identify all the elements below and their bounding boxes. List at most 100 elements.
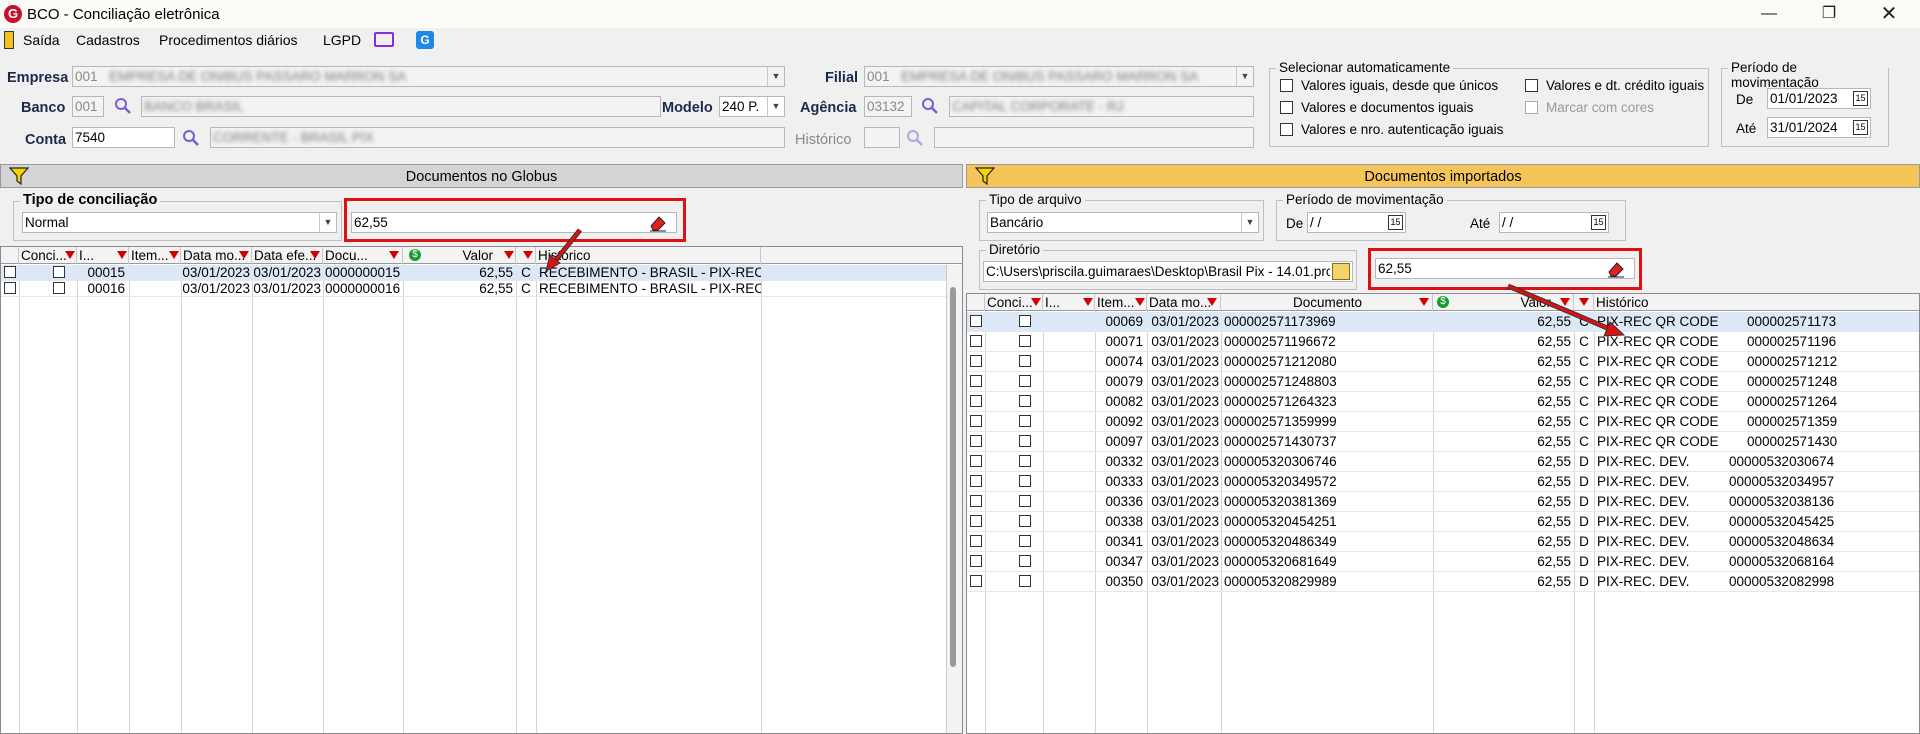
filter-triangle-icon[interactable] <box>239 251 249 259</box>
row-select-checkbox[interactable] <box>4 266 16 278</box>
chevron-down-icon[interactable]: ▼ <box>1236 67 1253 86</box>
chevron-down-icon[interactable]: ▼ <box>767 67 784 86</box>
table-row[interactable]: 00079 03/01/2023 000002571248803 62,55 C PIX-… <box>967 372 1919 392</box>
row-select-checkbox[interactable] <box>970 495 982 507</box>
search-icon[interactable] <box>921 97 939 115</box>
monitor-icon[interactable] <box>374 32 394 47</box>
conciliado-checkbox[interactable] <box>1019 415 1031 427</box>
row-select-checkbox[interactable] <box>970 375 982 387</box>
table-row[interactable]: 00341 03/01/2023 000005320486349 62,55 D PIX-… <box>967 532 1919 552</box>
chevron-down-icon[interactable]: ▼ <box>1241 213 1258 232</box>
table-row[interactable]: 00332 03/01/2023 000005320306746 62,55 D PIX-… <box>967 452 1919 472</box>
conciliado-checkbox[interactable] <box>1019 535 1031 547</box>
row-select-checkbox[interactable] <box>970 475 982 487</box>
row-select-checkbox[interactable] <box>970 355 982 367</box>
row-select-checkbox[interactable] <box>970 315 982 327</box>
conciliado-checkbox[interactable] <box>53 282 65 294</box>
periodo-ate-field[interactable]: 31/01/2024 15 <box>1767 117 1871 138</box>
table-row[interactable]: 00338 03/01/2023 000005320454251 62,55 D PIX-… <box>967 512 1919 532</box>
table-row[interactable]: 00097 03/01/2023 000002571430737 62,55 C PIX-… <box>967 432 1919 452</box>
filter-triangle-icon[interactable] <box>1419 298 1429 306</box>
conciliado-checkbox[interactable] <box>1019 355 1031 367</box>
menu-exit[interactable]: Saída <box>23 32 60 48</box>
empresa-select[interactable]: 001 EMPRESA DE ONIBUS PASSARO MARRON SA … <box>72 66 785 87</box>
calendar-icon[interactable]: 15 <box>1853 120 1868 135</box>
eraser-icon[interactable] <box>1606 260 1626 278</box>
filter-triangle-icon[interactable] <box>523 251 533 259</box>
restore-button[interactable]: ❐ <box>1809 2 1849 26</box>
row-select-checkbox[interactable] <box>970 455 982 467</box>
row-select-checkbox[interactable] <box>970 395 982 407</box>
filter-triangle-icon[interactable] <box>65 251 75 259</box>
table-row[interactable]: 00074 03/01/2023 000002571212080 62,55 C PIX-… <box>967 352 1919 372</box>
scrollbar-thumb[interactable] <box>950 287 956 667</box>
chevron-down-icon[interactable]: ▼ <box>767 97 784 116</box>
table-row[interactable]: 00071 03/01/2023 000002571196672 62,55 C PIX-… <box>967 332 1919 352</box>
conciliado-checkbox[interactable] <box>1019 375 1031 387</box>
checkbox-valores-credito[interactable] <box>1525 79 1538 92</box>
calendar-icon[interactable]: 15 <box>1853 91 1868 106</box>
menu-lgpd[interactable]: LGPD <box>323 32 361 48</box>
checkbox-valores-autenticacao[interactable] <box>1280 123 1293 136</box>
minimize-button[interactable]: — <box>1749 2 1789 26</box>
menu-cadastros[interactable]: Cadastros <box>76 32 140 48</box>
table-row[interactable]: 00092 03/01/2023 000002571359999 62,55 C PIX-… <box>967 412 1919 432</box>
table-row[interactable]: 00350 03/01/2023 000005320829989 62,55 D PIX-… <box>967 572 1919 592</box>
row-select-checkbox[interactable] <box>970 575 982 587</box>
modelo-select[interactable]: 240 P. ▼ <box>719 96 785 117</box>
menu-procedimentos[interactable]: Procedimentos diários <box>159 32 298 48</box>
banco-code-field[interactable]: 001 <box>72 96 104 117</box>
table-row[interactable]: 00347 03/01/2023 000005320681649 62,55 D PIX-… <box>967 552 1919 572</box>
table-row[interactable]: 00336 03/01/2023 000005320381369 62,55 D PIX-… <box>967 492 1919 512</box>
conciliado-checkbox[interactable] <box>1019 435 1031 447</box>
conciliado-checkbox[interactable] <box>1019 335 1031 347</box>
table-row[interactable]: 00082 03/01/2023 000002571264323 62,55 C PIX-… <box>967 392 1919 412</box>
conciliado-checkbox[interactable] <box>1019 475 1031 487</box>
header-documento[interactable]: Documento <box>1221 294 1433 311</box>
filter-triangle-icon[interactable] <box>1135 298 1145 306</box>
periodo-arquivo-ate-field[interactable]: / / 15 <box>1499 212 1609 233</box>
right-value-filter-input[interactable]: 62,55 <box>1375 258 1635 279</box>
conciliado-checkbox[interactable] <box>1019 495 1031 507</box>
conciliado-checkbox[interactable] <box>1019 555 1031 567</box>
filter-funnel-icon[interactable] <box>975 167 995 185</box>
conciliado-checkbox[interactable] <box>1019 515 1031 527</box>
g-app-icon[interactable]: G <box>416 31 434 49</box>
filter-triangle-icon[interactable] <box>504 251 514 259</box>
row-select-checkbox[interactable] <box>970 415 982 427</box>
search-icon[interactable] <box>182 129 200 147</box>
chevron-down-icon[interactable]: ▼ <box>319 213 336 232</box>
filter-triangle-icon[interactable] <box>310 251 320 259</box>
table-row[interactable]: 00069 03/01/2023 000002571173969 62,55 C PIX-… <box>967 312 1919 332</box>
calendar-icon[interactable]: 15 <box>1591 215 1606 230</box>
agencia-code-field[interactable]: 03132 <box>864 96 912 117</box>
filter-triangle-icon[interactable] <box>1207 298 1217 306</box>
periodo-de-field[interactable]: 01/01/2023 15 <box>1767 88 1871 109</box>
filter-triangle-icon[interactable] <box>169 251 179 259</box>
conciliado-checkbox[interactable] <box>1019 455 1031 467</box>
table-row[interactable]: 00015 03/01/2023 03/01/2023 0000000015 62,55… <box>1 265 962 281</box>
filter-triangle-icon[interactable] <box>1083 298 1093 306</box>
tipo-conciliacao-select[interactable]: Normal ▼ <box>22 212 337 233</box>
search-icon[interactable] <box>114 97 132 115</box>
row-select-checkbox[interactable] <box>970 535 982 547</box>
filter-triangle-icon[interactable] <box>117 251 127 259</box>
conciliado-checkbox[interactable] <box>1019 575 1031 587</box>
left-documents-grid[interactable]: Conci... I... Item... Data mo... Data efe...… <box>0 246 963 734</box>
folder-open-icon[interactable] <box>1332 263 1350 280</box>
filial-select[interactable]: 001 EMPRESA DE ONIBUS PASSARO MARRON SA … <box>864 66 1254 87</box>
row-select-checkbox[interactable] <box>970 435 982 447</box>
diretorio-field[interactable]: C:\Users\priscila.guimaraes\Desktop\Bras… <box>983 261 1353 282</box>
table-row[interactable]: 00016 03/01/2023 03/01/2023 0000000016 62,55… <box>1 281 962 297</box>
periodo-arquivo-de-field[interactable]: / / 15 <box>1307 212 1406 233</box>
row-select-checkbox[interactable] <box>970 515 982 527</box>
conta-field[interactable]: 7540 <box>72 127 175 148</box>
row-select-checkbox[interactable] <box>970 335 982 347</box>
eraser-icon[interactable] <box>648 214 668 232</box>
conciliado-checkbox[interactable] <box>1019 395 1031 407</box>
checkbox-valores-iguais[interactable] <box>1280 79 1293 92</box>
conciliado-checkbox[interactable] <box>53 266 65 278</box>
filter-triangle-icon[interactable] <box>1031 298 1041 306</box>
calendar-icon[interactable]: 15 <box>1388 215 1403 230</box>
filter-funnel-icon[interactable] <box>9 167 29 185</box>
